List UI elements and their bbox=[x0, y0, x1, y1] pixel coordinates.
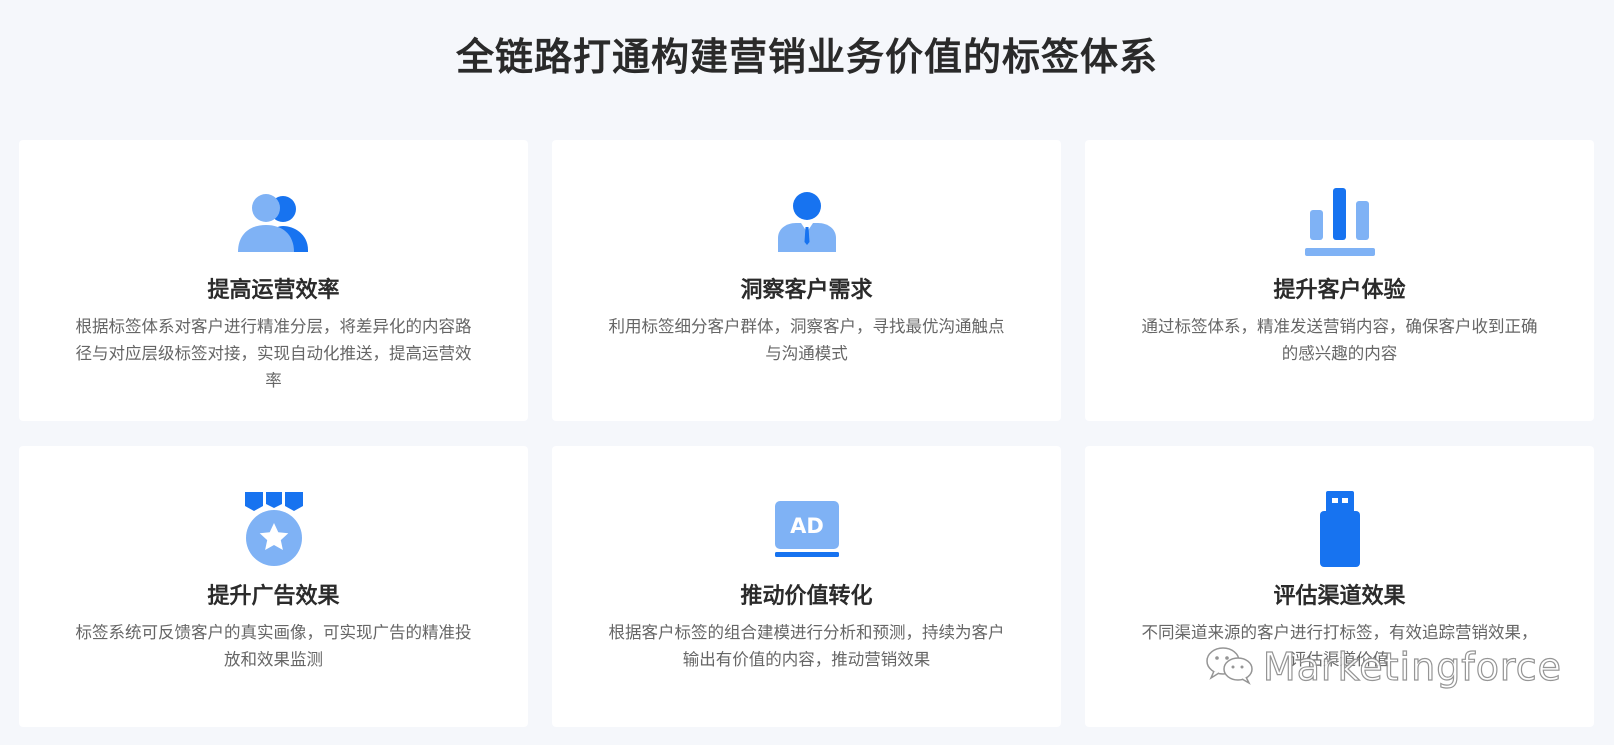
card-title: 提升广告效果 bbox=[207, 584, 340, 609]
users-icon bbox=[234, 188, 314, 258]
feature-card-ad-effect: 提升广告效果 标签系统可反馈客户的真实画像，可实现广告的精准投放和效果监测 bbox=[19, 446, 528, 727]
svg-text:AD: AD bbox=[790, 514, 824, 538]
feature-card-value-conversion: AD 推动价值转化 根据客户标签的组合建模进行分析和预测，持续为客户输出有价值的… bbox=[552, 446, 1061, 727]
card-description: 根据客户标签的组合建模进行分析和预测，持续为客户输出有价值的内容，推动营销效果 bbox=[608, 623, 1005, 669]
feature-card-customer-insight: 洞察客户需求 利用标签细分客户群体，洞察客户，寻找最优沟通触点与沟通模式 bbox=[552, 140, 1061, 421]
wechat-icon bbox=[1205, 645, 1255, 689]
feature-grid: 提高运营效率 根据标签体系对客户进行精准分层，将差异化的内容路径与对应层级标签对… bbox=[19, 140, 1595, 727]
watermark: Marketingforce bbox=[1205, 644, 1562, 690]
medal-icon bbox=[234, 492, 314, 566]
ad-icon: AD bbox=[767, 494, 847, 564]
feature-card-customer-experience: 提升客户体验 通过标签体系，精准发送营销内容，确保客户收到正确的感兴趣的内容 bbox=[1085, 140, 1594, 421]
page-title: 全链路打通构建营销业务价值的标签体系 bbox=[455, 35, 1158, 79]
watermark-text: Marketingforce bbox=[1262, 644, 1562, 689]
customer-icon bbox=[767, 188, 847, 258]
card-description: 利用标签细分客户群体，洞察客户，寻找最优沟通触点与沟通模式 bbox=[608, 317, 1005, 363]
card-description: 通过标签体系，精准发送营销内容，确保客户收到正确的感兴趣的内容 bbox=[1141, 317, 1538, 363]
feature-card-operation-efficiency: 提高运营效率 根据标签体系对客户进行精准分层，将差异化的内容路径与对应层级标签对… bbox=[19, 140, 528, 421]
card-description: 根据标签体系对客户进行精准分层，将差异化的内容路径与对应层级标签对接，实现自动化… bbox=[75, 317, 472, 390]
card-title: 洞察客户需求 bbox=[740, 278, 873, 303]
card-title: 评估渠道效果 bbox=[1273, 584, 1406, 609]
usb-icon bbox=[1300, 491, 1380, 567]
card-description: 标签系统可反馈客户的真实画像，可实现广告的精准投放和效果监测 bbox=[75, 623, 472, 669]
bar-chart-icon bbox=[1300, 188, 1380, 258]
card-title: 推动价值转化 bbox=[740, 584, 873, 609]
card-title: 提高运营效率 bbox=[207, 278, 340, 303]
card-title: 提升客户体验 bbox=[1273, 278, 1406, 303]
